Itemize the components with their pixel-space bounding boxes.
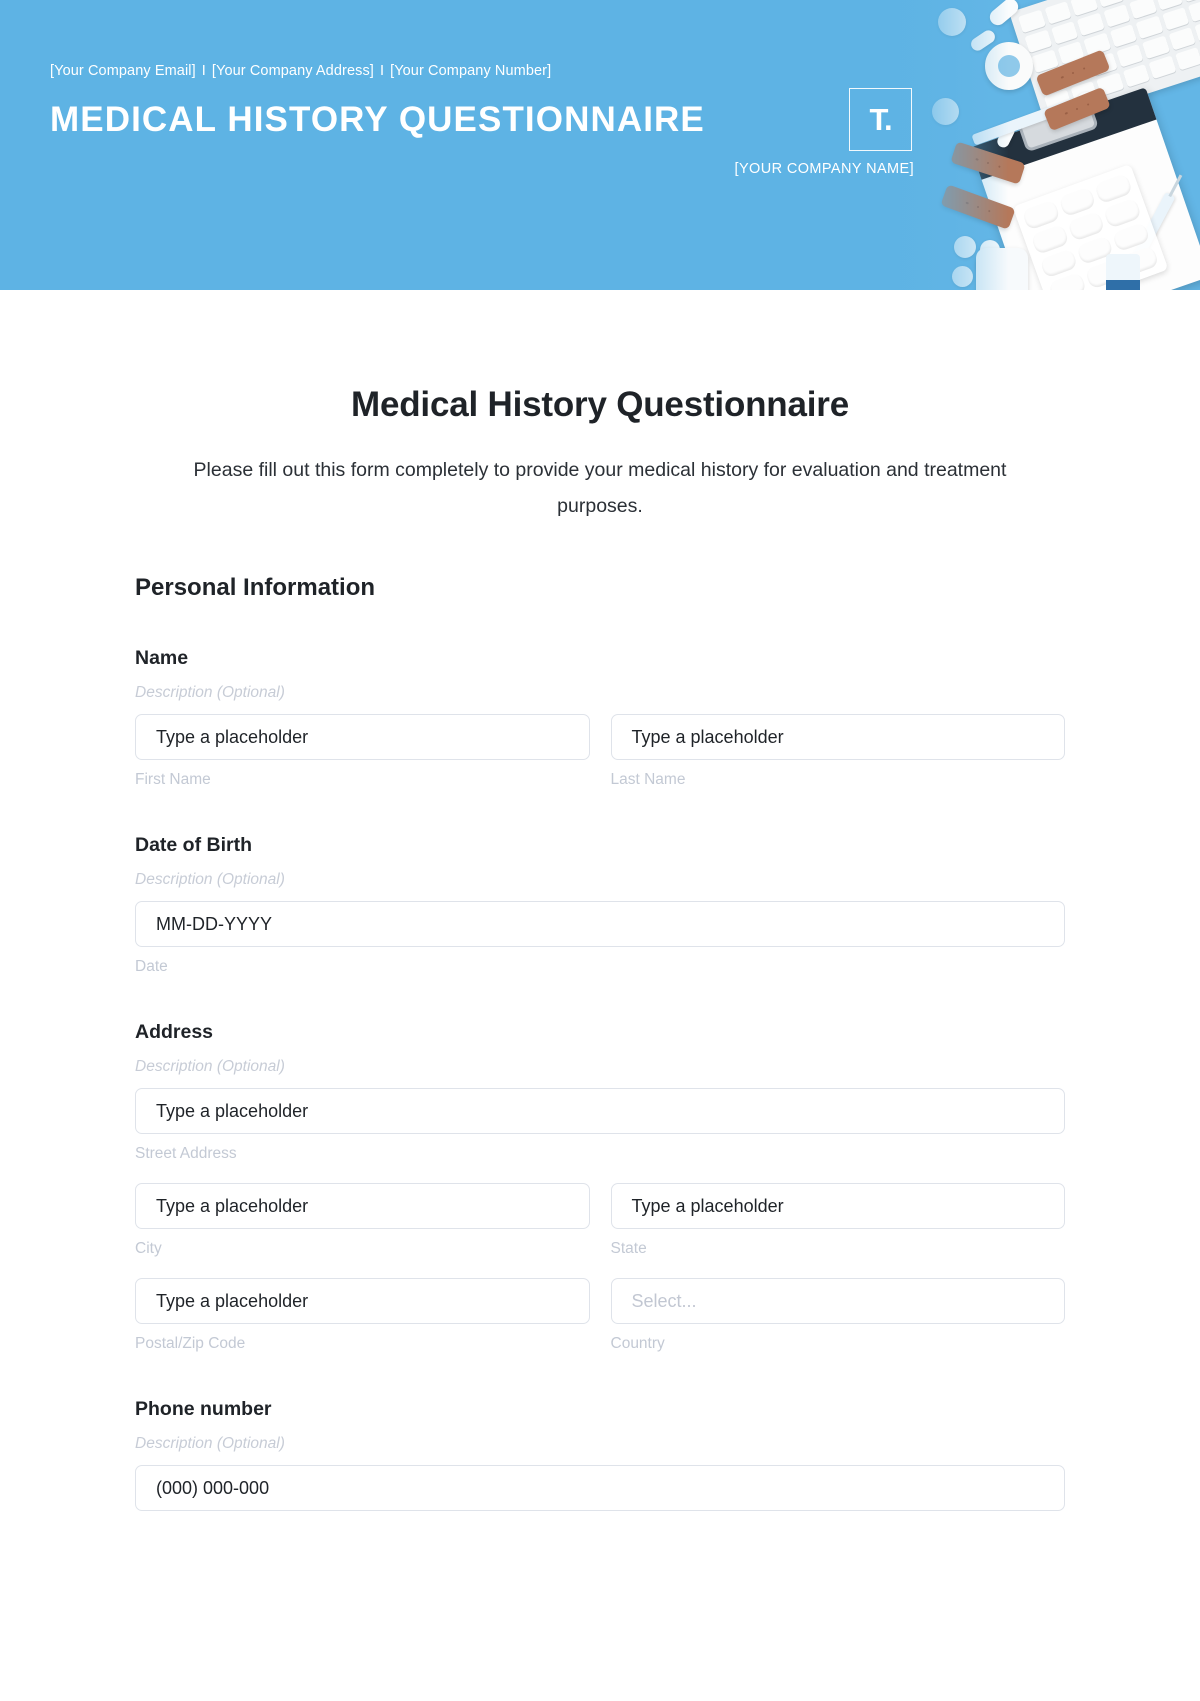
last-name-column: Type a placeholder Last Name (610, 714, 1065, 789)
state-column: Type a placeholder State (610, 1183, 1065, 1258)
street-address-row: Type a placeholder Street Address (135, 1088, 1065, 1163)
date-of-birth-sub-label: Date (135, 958, 168, 976)
postal-code-column: Type a placeholder Postal/Zip Code (135, 1278, 590, 1353)
first-name-sub-label: First Name (135, 771, 211, 789)
phone-input-row: (000) 000-000 (135, 1465, 1065, 1512)
last-name-sub-label: Last Name (610, 771, 686, 789)
page-banner: [Your Company Email] I [Your Company Addre… (0, 0, 1200, 290)
contact-separator-2: I (379, 63, 385, 79)
logo-mark-text: T. (869, 102, 892, 137)
city-input[interactable]: Type a placeholder (135, 1183, 590, 1230)
street-address-input[interactable]: Type a placeholder (135, 1088, 1065, 1135)
city-column: Type a placeholder City (135, 1183, 590, 1258)
phone-number-input[interactable]: (000) 000-000 (135, 1465, 1065, 1512)
company-number-placeholder: [Your Company Number] (390, 63, 552, 79)
section-title-personal-information: Personal Information (135, 574, 376, 602)
city-sub-label: City (135, 1240, 162, 1258)
phone-column: (000) 000-000 (135, 1465, 1065, 1512)
dob-input-row: MM-DD-YYYY Date (135, 901, 1065, 976)
first-name-column: Type a placeholder First Name (135, 714, 590, 789)
street-address-column: Type a placeholder Street Address (135, 1088, 1065, 1163)
field-description-date-of-birth: Description (Optional) (135, 871, 285, 889)
first-name-input[interactable]: Type a placeholder (135, 714, 590, 761)
date-of-birth-input[interactable]: MM-DD-YYYY (135, 901, 1065, 948)
company-logo: T. (849, 88, 912, 151)
banner-image-fade-overlay (870, 0, 1200, 290)
postal-zip-code-input[interactable]: Type a placeholder (135, 1278, 590, 1325)
field-description-address: Description (Optional) (135, 1058, 285, 1076)
name-input-row: Type a placeholder First Name Type a pla… (135, 714, 1065, 789)
page-subtitle: Please fill out this form completely to … (193, 459, 1007, 518)
field-description-name: Description (Optional) (135, 684, 285, 702)
city-state-row: Type a placeholder City Type a placehold… (135, 1183, 1065, 1258)
banner-medical-supplies-image (870, 0, 1200, 290)
state-input[interactable]: Type a placeholder (610, 1183, 1065, 1230)
field-address: Address Description (Optional) Type a pl… (135, 1021, 1065, 1353)
field-description-phone-number: Description (Optional) (135, 1435, 285, 1453)
dob-column: MM-DD-YYYY Date (135, 901, 1065, 976)
country-column: Select... Country (610, 1278, 1065, 1353)
field-date-of-birth: Date of Birth Description (Optional) MM-… (135, 834, 1065, 976)
state-sub-label: State (610, 1240, 647, 1258)
field-label-date-of-birth: Date of Birth (135, 834, 252, 857)
country-select[interactable]: Select... (610, 1278, 1065, 1325)
postal-country-row: Type a placeholder Postal/Zip Code Selec… (135, 1278, 1065, 1353)
company-name-placeholder: [YOUR COMPANY NAME] (734, 161, 914, 177)
banner-contact-line: [Your Company Email] I [Your Company Addre… (50, 63, 551, 79)
field-label-address: Address (135, 1021, 214, 1044)
field-name: Name Description (Optional) Type a place… (135, 647, 1065, 789)
field-label-name: Name (135, 647, 189, 670)
company-email-placeholder: [Your Company Email] (50, 63, 196, 79)
country-sub-label: Country (610, 1335, 665, 1353)
street-address-sub-label: Street Address (135, 1145, 237, 1163)
form-sheet: Medical History Questionnaire Please fil… (0, 385, 1200, 1512)
company-address-placeholder: [Your Company Address] (211, 63, 374, 79)
contact-separator-1: I (201, 63, 206, 79)
banner-title: MEDICAL HISTORY QUESTIONNAIRE (50, 100, 705, 139)
last-name-input[interactable]: Type a placeholder (610, 714, 1065, 761)
field-phone-number: Phone number Description (Optional) (000… (135, 1398, 1065, 1512)
page-title: Medical History Questionnaire (351, 385, 849, 424)
postal-zip-code-sub-label: Postal/Zip Code (135, 1335, 246, 1353)
field-label-phone-number: Phone number (135, 1398, 272, 1421)
